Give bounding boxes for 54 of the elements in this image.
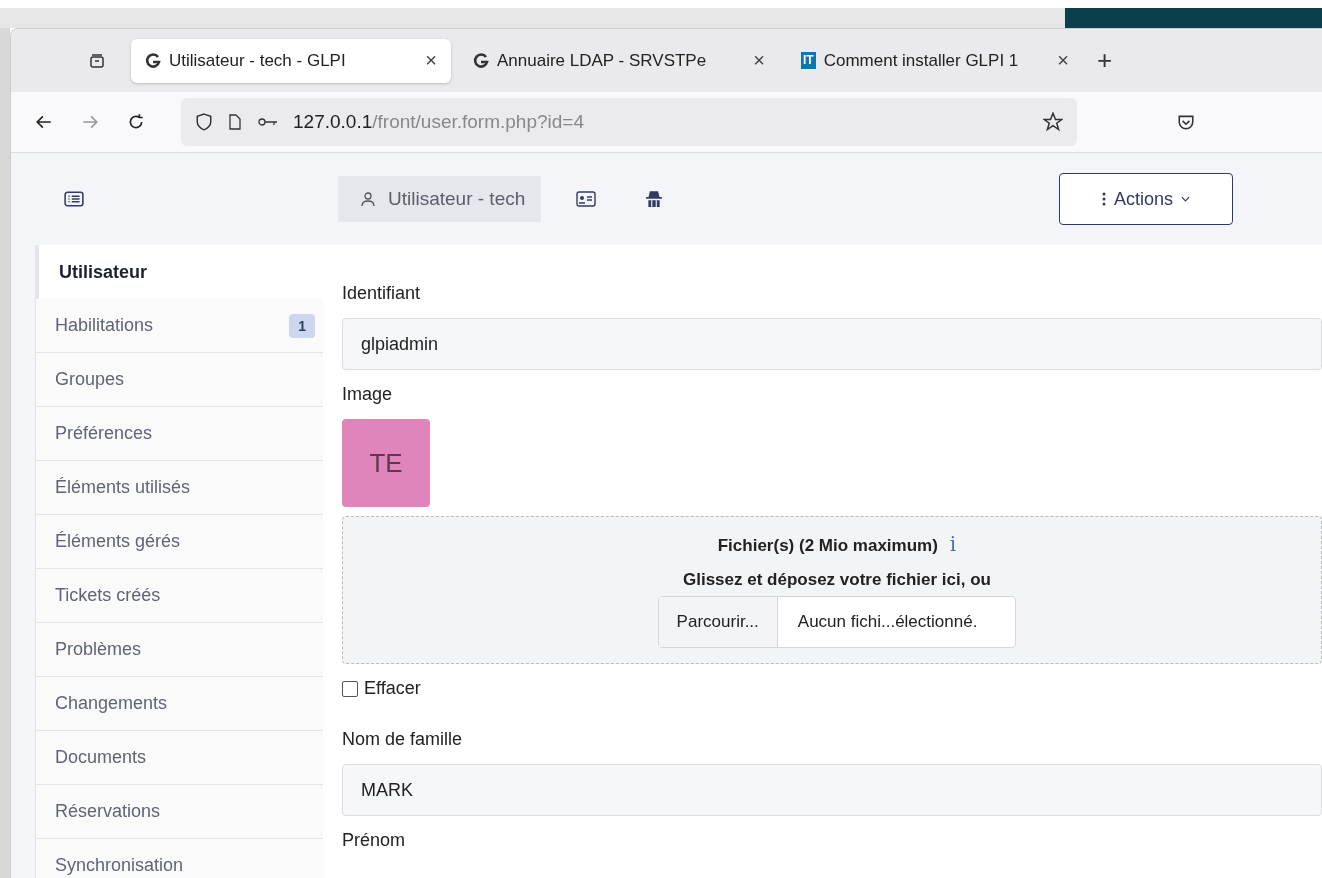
field-label: Prénom: [342, 830, 406, 851]
reload-icon[interactable]: [127, 113, 145, 131]
page-title: Utilisateur - tech: [338, 176, 542, 222]
site-logo: IT: [801, 52, 816, 69]
kebab-icon: [1102, 191, 1106, 207]
close-tab-button[interactable]: ×: [425, 49, 437, 72]
sidebar-tab[interactable]: Éléments gérés: [35, 515, 323, 569]
close-tab-button[interactable]: ×: [753, 49, 765, 72]
bookmark-star-icon[interactable]: [1043, 112, 1063, 132]
file-status: Aucun fichi...électionné.: [796, 611, 979, 633]
close-tab-button[interactable]: ×: [1057, 49, 1069, 72]
sidebar-tab[interactable]: Groupes: [35, 353, 323, 407]
upload-title: Fichier(s) (2 Mio maximum): [717, 536, 938, 556]
address-bar[interactable]: 127.0.0.1/front/user.form.php?id=4: [181, 98, 1077, 146]
field-label: Nom de famille: [342, 729, 463, 750]
sidebar-tab[interactable]: Habilitations 1: [35, 299, 323, 353]
sidebar-tab[interactable]: Problèmes: [35, 623, 323, 677]
checkbox[interactable]: [342, 680, 358, 697]
list-icon[interactable]: [64, 191, 84, 207]
user-icon: [360, 191, 376, 207]
browse-button[interactable]: Parcourir...: [658, 597, 778, 647]
new-tab-button[interactable]: +: [1097, 45, 1113, 76]
sidebar-tab[interactable]: Documents: [35, 731, 323, 785]
count-badge: 1: [289, 313, 315, 338]
id-card-icon[interactable]: [575, 191, 598, 207]
login-field[interactable]: glpiadmin: [342, 318, 1322, 370]
drop-hint: Glissez et déposez votre fichier ici, ou: [683, 570, 991, 590]
field-label: Identifiant: [342, 283, 421, 304]
forward-icon[interactable]: [81, 113, 99, 131]
sidebar-tab[interactable]: Synchronisation: [35, 839, 323, 878]
pocket-icon[interactable]: [1177, 113, 1195, 131]
back-icon[interactable]: [35, 113, 53, 131]
lastname-field[interactable]: MARK: [342, 764, 1322, 816]
browser-tab[interactable]: Utilisateur - tech - GLPI ×: [131, 38, 451, 83]
shield-icon: [195, 113, 213, 131]
sidebar-tab[interactable]: Changements: [35, 677, 323, 731]
url-text: 127.0.0.1/front/user.form.php?id=4: [293, 111, 585, 133]
key-icon: [257, 116, 279, 128]
info-icon[interactable]: i: [949, 532, 957, 556]
avatar: TE: [342, 419, 430, 507]
tab-list-icon[interactable]: [89, 52, 105, 69]
browser-tab[interactable]: Annuaire LDAP - SRVSTPe ×: [459, 38, 779, 83]
sidebar-tab[interactable]: Préférences: [35, 407, 323, 461]
field-label: Image: [342, 384, 393, 405]
file-drop-zone[interactable]: Fichier(s) (2 Mio maximum) i Glissez et déposez votre fichier ici, ou Parcourir... Aucun fichi...électionné.: [342, 516, 1322, 664]
sidebar-tab[interactable]: Tickets créés: [35, 569, 323, 623]
sidebar-tab[interactable]: Réservations: [35, 785, 323, 839]
checkbox-label: Effacer: [364, 678, 421, 699]
caret-icon: [1181, 196, 1190, 202]
sidebar-tab[interactable]: Éléments utilisés: [35, 461, 323, 515]
actions-button[interactable]: Actions: [1059, 173, 1233, 225]
page-icon: [227, 114, 243, 130]
browser-tab[interactable]: IT Comment installer GLPI 1 ×: [787, 38, 1083, 83]
sidebar-tab[interactable]: Utilisateur: [35, 245, 324, 299]
